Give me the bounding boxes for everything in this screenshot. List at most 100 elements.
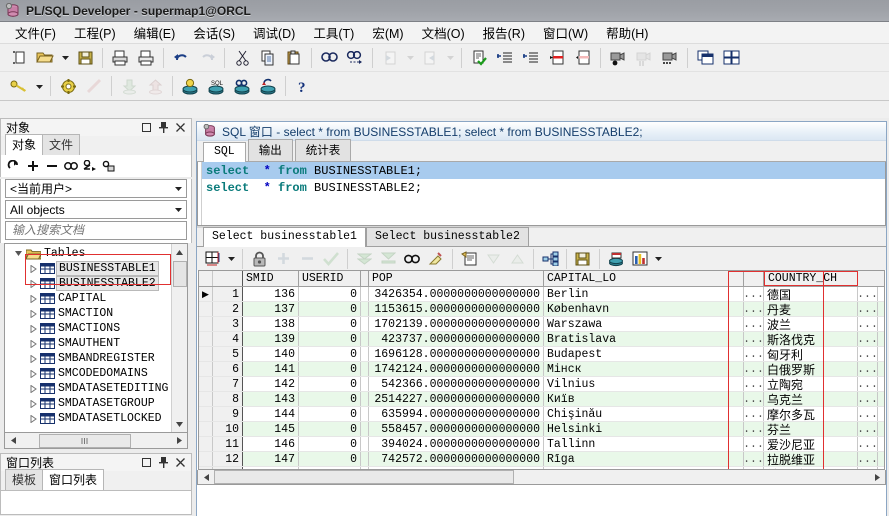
- expand-triangle-icon[interactable]: [27, 384, 39, 393]
- outdent-icon[interactable]: [518, 46, 544, 70]
- filter-icon[interactable]: [81, 158, 98, 175]
- cell-capital-lo[interactable]: Budapest: [544, 347, 744, 361]
- close-icon[interactable]: [175, 457, 186, 468]
- sql-editor-line-2[interactable]: select * from BUSINESSTABLE2;: [198, 179, 885, 196]
- tree-scroll-thumb[interactable]: [173, 261, 187, 287]
- cell-pop[interactable]: 3426354.0000000000000000: [369, 287, 544, 301]
- sql-editor[interactable]: select * from BUSINESSTABLE1; select * f…: [197, 162, 886, 226]
- cell-smid[interactable]: 139: [243, 332, 299, 346]
- cell-smid[interactable]: 141: [243, 362, 299, 376]
- expand-triangle-icon[interactable]: [27, 399, 39, 408]
- copy-to-clipboard-icon[interactable]: [457, 248, 481, 270]
- cell-country-ch[interactable]: 斯洛伐克: [764, 332, 858, 346]
- add-icon[interactable]: [24, 158, 41, 175]
- table-row[interactable]: 3 138 0 1702139.0000000000000000 Warszawa...…: [199, 317, 884, 332]
- object-type-filter-combo[interactable]: All objects: [5, 200, 187, 219]
- cell-capital-lo[interactable]: Tallinn: [544, 437, 744, 451]
- cell-pop[interactable]: 1702139.0000000000000000: [369, 317, 544, 331]
- cell-smid[interactable]: 142: [243, 377, 299, 391]
- cell-userid[interactable]: 0: [299, 392, 361, 406]
- row-number[interactable]: 10: [213, 422, 243, 436]
- find-in-grid-icon[interactable]: [400, 248, 424, 270]
- login-key-icon[interactable]: [6, 74, 32, 98]
- menu-report[interactable]: 报告(R): [474, 21, 534, 44]
- row-marker-cell[interactable]: [199, 317, 213, 331]
- cell-capital-lo[interactable]: Bratislava: [544, 332, 744, 346]
- query-data-icon[interactable]: [604, 248, 628, 270]
- menu-file[interactable]: 文件(F): [6, 21, 65, 44]
- tree-horizontal-scrollbar[interactable]: [4, 433, 188, 449]
- save-icon[interactable]: [72, 46, 98, 70]
- pin-icon[interactable]: [158, 457, 169, 468]
- expand-triangle-icon[interactable]: [27, 309, 39, 318]
- cascade-windows-icon[interactable]: [692, 46, 718, 70]
- row-number[interactable]: 1: [213, 287, 243, 301]
- login-dropdown-icon[interactable]: [32, 74, 46, 98]
- chevron-down-icon[interactable]: [171, 201, 186, 218]
- row-marker-cell[interactable]: [199, 437, 213, 451]
- row-marker-cell[interactable]: [199, 302, 213, 316]
- export-save-icon[interactable]: [571, 248, 595, 270]
- tree-node-smdatasetgroup[interactable]: SMDATASETGROUP: [5, 396, 171, 411]
- cell-pop[interactable]: 635994.0000000000000000: [369, 407, 544, 421]
- cell-smid[interactable]: 137: [243, 302, 299, 316]
- result-tab-businesstable1[interactable]: Select businesstable1: [203, 227, 366, 247]
- tab-files[interactable]: 文件: [42, 134, 81, 155]
- cell-country-ch[interactable]: 德国: [764, 287, 858, 301]
- user-filter-combo[interactable]: <当前用户>: [5, 179, 187, 198]
- maximize-icon[interactable]: [141, 122, 152, 133]
- row-number[interactable]: 12: [213, 452, 243, 466]
- menu-edit[interactable]: 编辑(E): [125, 21, 185, 44]
- cell-country-ch[interactable]: 匈牙利: [764, 347, 858, 361]
- row-number[interactable]: 9: [213, 407, 243, 421]
- menu-debug[interactable]: 调试(D): [244, 21, 304, 44]
- cell-userid[interactable]: 0: [299, 422, 361, 436]
- scroll-up-arrow-icon[interactable]: [172, 244, 187, 260]
- tree-node-businesstable2[interactable]: BUSINESSTABLE2: [5, 276, 171, 291]
- row-marker-cell[interactable]: [199, 332, 213, 346]
- chevron-down-icon[interactable]: [171, 180, 186, 197]
- grid-horizontal-scrollbar[interactable]: [197, 470, 886, 485]
- print-icon[interactable]: [107, 46, 133, 70]
- cell-country-ch[interactable]: 波兰: [764, 317, 858, 331]
- cell-capital-lo[interactable]: Warszawa: [544, 317, 744, 331]
- cell-country-ch[interactable]: 立陶宛: [764, 377, 858, 391]
- paste-icon[interactable]: [281, 46, 307, 70]
- table-row[interactable]: 12 147 0 742572.0000000000000000 Rīga... 拉脱维亚…: [199, 452, 884, 467]
- row-number[interactable]: 6: [213, 362, 243, 376]
- cell-smid[interactable]: 147: [243, 452, 299, 466]
- grid-col-smid[interactable]: SMID: [243, 271, 299, 286]
- uncomment-icon[interactable]: [570, 46, 596, 70]
- tree-node-businesstable1[interactable]: BUSINESSTABLE1: [5, 261, 171, 276]
- table-row[interactable]: 9 144 0 635994.0000000000000000 Chişinău... 摩…: [199, 407, 884, 422]
- row-number[interactable]: 11: [213, 437, 243, 451]
- cell-capital-lo[interactable]: Vilnius: [544, 377, 744, 391]
- table-row[interactable]: 4 139 0 423737.0000000000000000 Bratislava..…: [199, 332, 884, 347]
- rollback-session-icon[interactable]: [229, 74, 255, 98]
- indent-icon[interactable]: [492, 46, 518, 70]
- tree-node-capital[interactable]: CAPITAL: [5, 291, 171, 306]
- row-number[interactable]: 3: [213, 317, 243, 331]
- cell-pop[interactable]: 742572.0000000000000000: [369, 452, 544, 466]
- cell-capital-lo[interactable]: Мінск: [544, 362, 744, 376]
- row-marker-cell[interactable]: [199, 347, 213, 361]
- execute-check-icon[interactable]: [466, 46, 492, 70]
- cell-pop[interactable]: 423737.0000000000000000: [369, 332, 544, 346]
- cell-country-ch[interactable]: 拉脱维亚: [764, 452, 858, 466]
- open-folder-icon[interactable]: [32, 46, 58, 70]
- menu-help[interactable]: 帮助(H): [597, 21, 657, 44]
- cell-capital-lo[interactable]: Chişinău: [544, 407, 744, 421]
- expand-triangle-icon[interactable]: [27, 339, 39, 348]
- expand-triangle-icon[interactable]: [27, 294, 39, 303]
- close-icon[interactable]: [175, 122, 186, 133]
- cell-country-ch[interactable]: 爱沙尼亚: [764, 437, 858, 451]
- menu-macro[interactable]: 宏(M): [363, 21, 412, 44]
- open-dropdown-icon[interactable]: [58, 46, 72, 70]
- row-marker-cell[interactable]: [199, 407, 213, 421]
- row-marker-cell[interactable]: [199, 362, 213, 376]
- find-icon[interactable]: [62, 158, 79, 175]
- cell-pop[interactable]: 542366.0000000000000000: [369, 377, 544, 391]
- cell-pop[interactable]: 1153615.0000000000000000: [369, 302, 544, 316]
- menu-tools[interactable]: 工具(T): [304, 21, 363, 44]
- refresh-icon[interactable]: [5, 158, 22, 175]
